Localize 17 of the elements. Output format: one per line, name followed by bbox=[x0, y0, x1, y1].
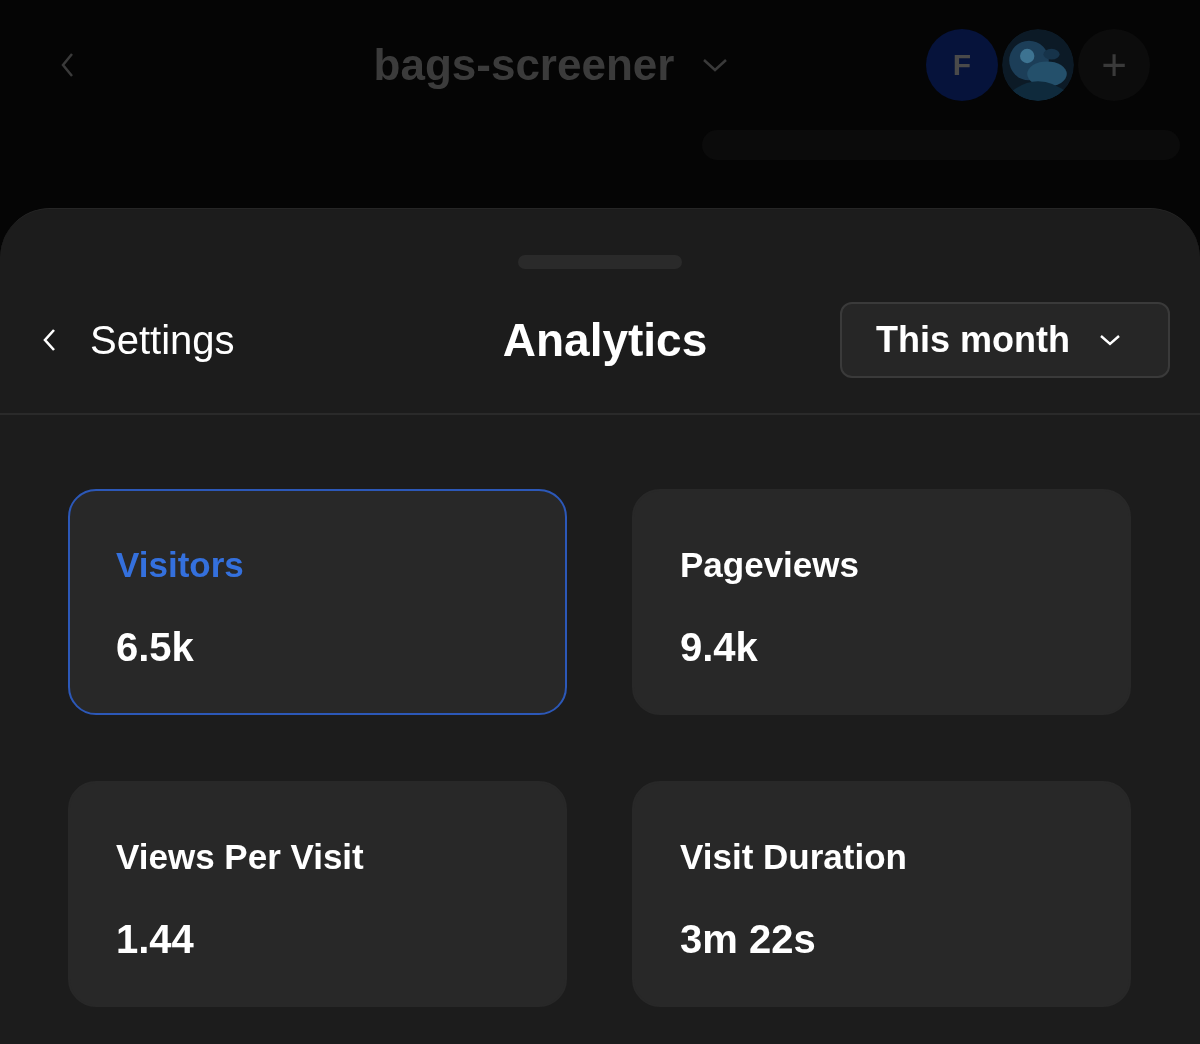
period-dropdown[interactable]: This month bbox=[840, 302, 1170, 378]
metric-card[interactable]: Visitors 6.5k bbox=[68, 489, 567, 715]
sheet-title: Analytics bbox=[502, 313, 708, 367]
metric-card[interactable]: Pageviews 9.4k bbox=[632, 489, 1131, 715]
metric-label: Visit Duration bbox=[680, 837, 908, 877]
back-link[interactable]: Settings bbox=[40, 317, 503, 363]
metric-card[interactable]: Visit Duration 3m 22s bbox=[632, 781, 1131, 1007]
chevron-down-icon bbox=[1098, 333, 1122, 347]
metric-value: 9.4k bbox=[680, 625, 759, 670]
metric-value: 6.5k bbox=[116, 625, 195, 670]
metric-label: Views Per Visit bbox=[116, 837, 365, 877]
metric-label: Pageviews bbox=[680, 545, 860, 585]
back-label: Settings bbox=[90, 317, 235, 363]
metric-value: 1.44 bbox=[116, 917, 195, 962]
metric-card[interactable]: Views Per Visit 1.44 bbox=[68, 781, 567, 1007]
metric-value: 3m 22s bbox=[680, 917, 817, 962]
metric-label: Visitors bbox=[116, 545, 245, 585]
